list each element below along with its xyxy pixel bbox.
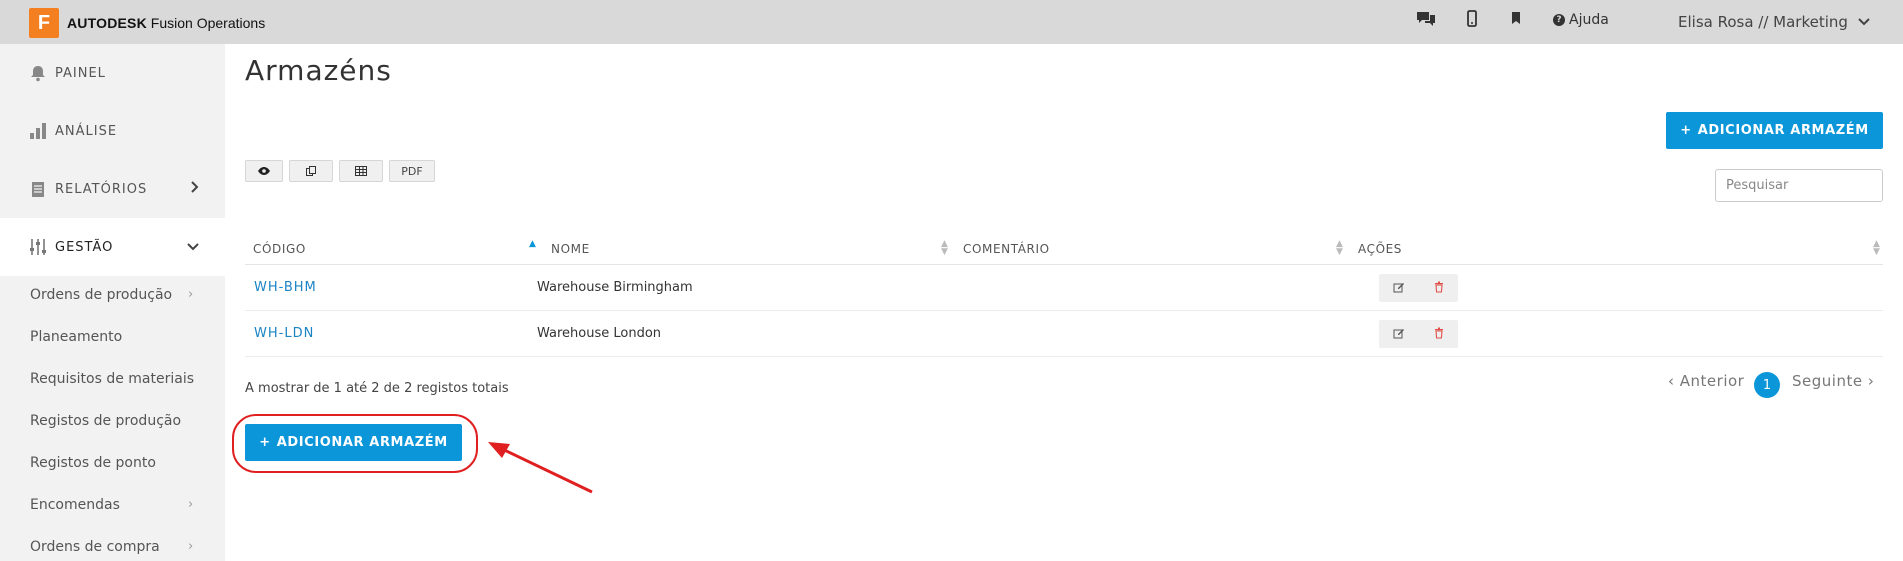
sidebar: PAINEL ANÁLISE RELATÓRIOS GESTÃO Ordens …: [0, 44, 225, 561]
chevron-down-icon: [187, 239, 199, 255]
edit-icon[interactable]: [1393, 327, 1405, 342]
pagination-next[interactable]: Seguinte ›: [1792, 372, 1874, 390]
export-toolbar: PDF: [245, 160, 435, 182]
sidebar-item-label: GESTÃO: [55, 239, 114, 255]
sidebar-subitem-ordens-compra[interactable]: Ordens de compra ›: [30, 539, 193, 555]
sidebar-subitem-label: Planeamento: [30, 329, 123, 345]
help-icon: ?: [1553, 14, 1565, 26]
pagination-previous[interactable]: ‹ Anterior: [1668, 372, 1744, 390]
sidebar-item-label: RELATÓRIOS: [55, 181, 148, 197]
table-header: CÓDIGO ▲ NOME ▲ ▼ COMENTÁRIO ▲ ▼ AÇÕES ▲ ▼: [245, 232, 1883, 265]
help-label: Ajuda: [1569, 12, 1609, 28]
sort-icon[interactable]: ▲ ▼: [941, 240, 949, 257]
pagination-current-page[interactable]: 1: [1754, 372, 1780, 398]
chat-icon[interactable]: [1415, 10, 1437, 32]
warehouses-table: CÓDIGO ▲ NOME ▲ ▼ COMENTÁRIO ▲ ▼ AÇÕES ▲ ▼ …: [245, 232, 1883, 357]
chevron-right-icon: ›: [188, 539, 194, 554]
visibility-button[interactable]: [245, 160, 283, 182]
sidebar-subitem-label: Ordens de produção: [30, 287, 173, 303]
add-warehouse-button-top[interactable]: + ADICIONAR ARMAZÉM: [1666, 112, 1883, 149]
sidebar-subitem-requisitos[interactable]: Requisitos de materiais: [30, 371, 194, 387]
table-row: WH-LDN Warehouse London: [245, 311, 1883, 357]
button-label: ADICIONAR ARMAZÉM: [276, 435, 448, 450]
pagination-next-label: Seguinte: [1792, 372, 1863, 390]
annotation-arrow-icon: [488, 442, 593, 494]
sort-icon[interactable]: ▲ ▼: [1873, 240, 1881, 257]
page-title: Armazéns: [245, 54, 392, 87]
delete-icon[interactable]: [1434, 281, 1444, 296]
fusion-logo-icon: F: [29, 8, 59, 38]
sidebar-item-label: ANÁLISE: [55, 123, 118, 139]
chevron-right-icon: ›: [188, 287, 194, 302]
column-header-comentario[interactable]: COMENTÁRIO: [963, 242, 1050, 256]
warehouse-code-link[interactable]: WH-BHM: [254, 280, 317, 295]
row-actions: [1379, 320, 1458, 348]
plus-icon: +: [259, 435, 271, 450]
sidebar-subitem-label: Registos de produção: [30, 413, 182, 429]
sidebar-subitem-planeamento[interactable]: Planeamento: [30, 329, 122, 345]
chevron-right-icon: [191, 181, 199, 197]
column-header-acoes: AÇÕES: [1358, 242, 1403, 256]
user-label: Elisa Rosa // Marketing: [1678, 13, 1848, 31]
sidebar-subitem-ordens-producao[interactable]: Ordens de produção ›: [30, 287, 193, 303]
warehouse-name: Warehouse Birmingham: [537, 280, 693, 295]
button-label: ADICIONAR ARMAZÉM: [1697, 123, 1869, 138]
sidebar-subitem-registos-ponto[interactable]: Registos de ponto: [30, 455, 156, 471]
records-summary: A mostrar de 1 até 2 de 2 registos totai…: [245, 381, 509, 396]
sidebar-item-analise[interactable]: ANÁLISE: [0, 102, 225, 160]
plus-icon: +: [1680, 123, 1692, 138]
sidebar-subitem-label: Encomendas: [30, 497, 120, 513]
brand-name: AUTODESK Fusion Operations: [67, 15, 266, 31]
excel-button[interactable]: [339, 160, 383, 182]
pdf-button[interactable]: PDF: [389, 160, 435, 182]
help-link[interactable]: ? Ajuda: [1553, 12, 1609, 28]
chevron-down-icon: [1858, 18, 1870, 26]
pagination-prev-label: Anterior: [1679, 372, 1745, 390]
sidebar-subitem-registos-producao[interactable]: Registos de produção: [30, 413, 181, 429]
row-actions: [1379, 274, 1458, 302]
add-warehouse-button[interactable]: + ADICIONAR ARMAZÉM: [245, 424, 462, 461]
app-logo[interactable]: F AUTODESK Fusion Operations: [29, 8, 265, 38]
copy-icon: [306, 166, 316, 176]
edit-icon[interactable]: [1393, 281, 1405, 296]
sort-icon[interactable]: ▲ ▼: [1336, 240, 1344, 257]
sidebar-item-gestao[interactable]: GESTÃO: [0, 218, 225, 276]
sidebar-item-label: PAINEL: [55, 65, 106, 81]
sliders-icon: [28, 237, 48, 257]
sidebar-item-painel[interactable]: PAINEL: [0, 44, 225, 102]
sidebar-item-relatorios[interactable]: RELATÓRIOS: [0, 160, 225, 218]
chevron-right-icon: ›: [1867, 372, 1875, 390]
chevron-left-icon: ‹: [1668, 372, 1675, 390]
bell-icon: [28, 63, 48, 83]
sort-asc-icon[interactable]: ▲: [529, 240, 537, 249]
mobile-icon[interactable]: [1466, 10, 1478, 32]
document-icon: [28, 179, 48, 199]
top-bar: F AUTODESK Fusion Operations ? Ajuda Eli…: [0, 0, 1903, 44]
copy-button[interactable]: [289, 160, 333, 182]
table-row: WH-BHM Warehouse Birmingham: [245, 265, 1883, 311]
bookmark-icon[interactable]: [1510, 10, 1522, 30]
search-input[interactable]: [1715, 169, 1883, 202]
table-icon: [355, 166, 367, 176]
warehouse-name: Warehouse London: [537, 326, 662, 341]
bar-chart-icon: [28, 121, 48, 141]
user-menu[interactable]: Elisa Rosa // Marketing: [1678, 13, 1870, 31]
eye-icon: [258, 167, 270, 175]
sidebar-subitem-label: Registos de ponto: [30, 455, 156, 471]
column-header-codigo[interactable]: CÓDIGO: [253, 242, 306, 256]
warehouse-code-link[interactable]: WH-LDN: [254, 326, 314, 341]
chevron-right-icon: ›: [188, 497, 194, 512]
delete-icon[interactable]: [1434, 327, 1444, 342]
sidebar-subitem-encomendas[interactable]: Encomendas ›: [30, 497, 193, 513]
sidebar-subitem-label: Requisitos de materiais: [30, 371, 195, 387]
column-header-nome[interactable]: NOME: [551, 242, 590, 256]
sidebar-subitem-label: Ordens de compra: [30, 539, 160, 555]
